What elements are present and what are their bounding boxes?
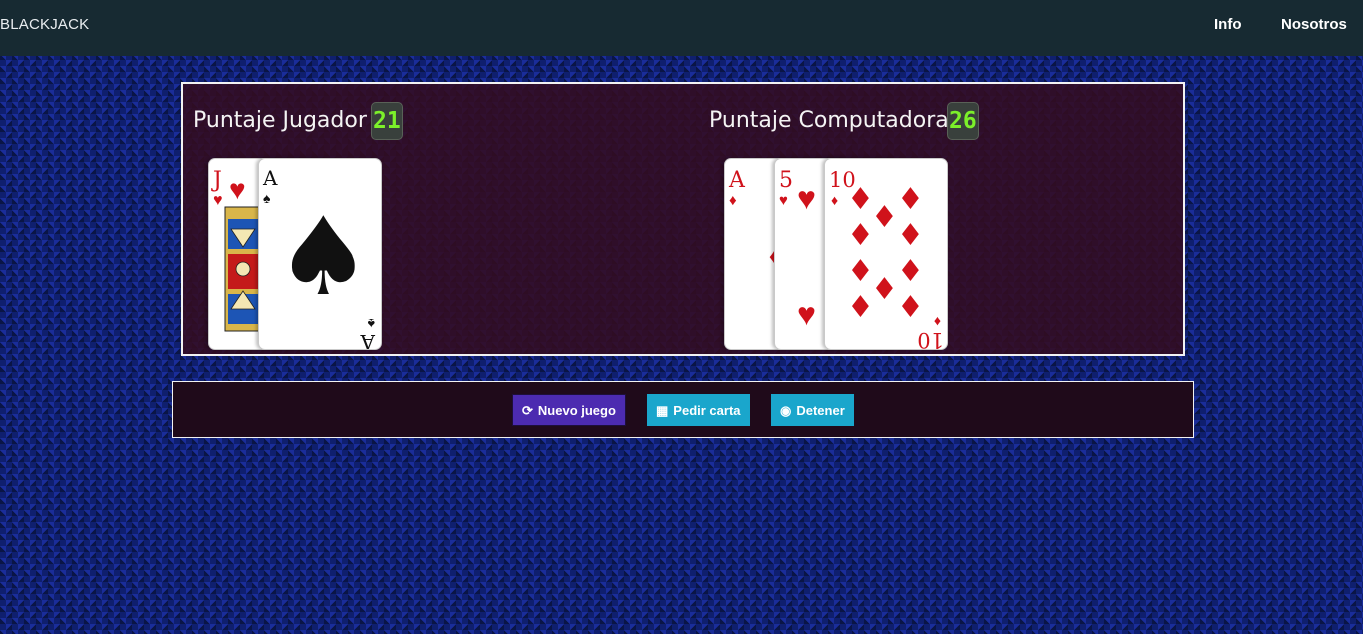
svg-text:J: J [211,168,222,193]
hit-label: Pedir carta [673,402,741,418]
new-game-button[interactable]: ⟳ Nuevo juego [512,394,626,426]
stop-label: Detener [796,402,845,418]
svg-text:♦: ♦ [847,254,874,289]
svg-text:♦: ♦ [897,218,924,253]
svg-text:♦: ♦ [847,218,874,253]
top-navbar: BLACKJACK Info Nosotros [0,0,1363,56]
svg-text:♠: ♠ [367,316,375,332]
table-icon: ▦ [656,402,669,418]
player-card-ace-of-spades: A ♠ ♠ A ♠ [258,158,382,350]
svg-text:A: A [262,166,278,190]
svg-text:♦: ♦ [871,200,898,235]
svg-text:♦: ♦ [871,272,898,307]
nav-link-nosotros[interactable]: Nosotros [1281,16,1347,33]
svg-text:♠: ♠ [263,190,271,206]
game-controls: ⟳ Nuevo juego ▦ Pedir carta ◉ Detener [172,381,1194,438]
svg-text:♦: ♦ [897,182,924,217]
svg-text:♦: ♦ [934,314,941,330]
nav-link-info[interactable]: Info [1214,16,1242,33]
svg-text:10: 10 [917,328,944,349]
stop-button[interactable]: ◉ Detener [771,394,854,426]
svg-text:♠: ♠ [275,195,372,320]
svg-text:A: A [728,168,746,193]
svg-text:♦: ♦ [897,290,924,325]
refresh-icon: ⟳ [522,402,533,418]
brand-logo[interactable]: BLACKJACK [0,16,89,33]
svg-text:♦: ♦ [729,192,737,209]
svg-text:♥: ♥ [229,174,246,205]
player-score-badge: 21 [371,102,403,140]
svg-text:♥: ♥ [779,192,788,209]
svg-text:5: 5 [779,168,793,193]
svg-text:♥: ♥ [213,192,223,209]
computer-card-ten-of-diamonds: 10 ♦ ♦ ♦ ♦ ♦ ♦ ♦ ♦ ♦ ♦ ♦ 10 ♦ [824,158,948,350]
svg-text:♦: ♦ [847,182,874,217]
new-game-label: Nuevo juego [537,402,616,418]
svg-text:♦: ♦ [831,192,838,208]
computer-score-badge: 26 [947,102,979,140]
svg-text:♥: ♥ [797,180,816,216]
computer-score-label: Puntaje Computadora [709,108,949,133]
hit-button[interactable]: ▦ Pedir carta [647,394,750,426]
player-score-label: Puntaje Jugador [193,108,367,133]
svg-text:♦: ♦ [847,290,874,325]
svg-text:♦: ♦ [897,254,924,289]
game-table: Puntaje Jugador 21 Puntaje Computadora 2… [181,82,1185,356]
svg-text:♥: ♥ [797,296,816,332]
stop-circle-icon: ◉ [780,402,792,418]
